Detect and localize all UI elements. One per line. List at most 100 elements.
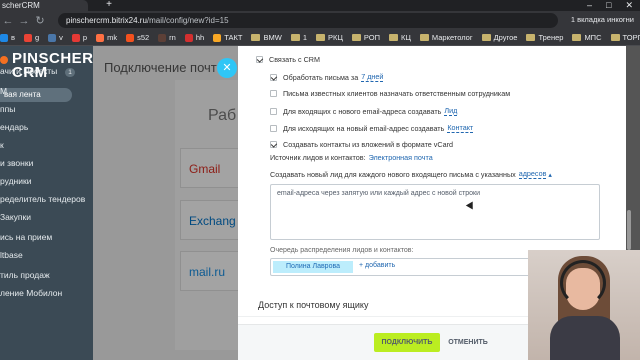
bookmark-item[interactable]: Маркетолог bbox=[419, 33, 473, 42]
bookmark-label: v bbox=[59, 33, 63, 42]
bookmark-item[interactable]: ТОРГ МАРКЕ bbox=[610, 33, 640, 42]
bookmark-item[interactable]: v bbox=[48, 33, 63, 42]
sidebar-item[interactable]: M bbox=[0, 86, 7, 96]
sidebar-item[interactable]: ись на прием bbox=[0, 232, 52, 242]
create-new-label: Создавать новый лид для каждого нового в… bbox=[270, 169, 516, 179]
bookmark-item[interactable]: РКЦ bbox=[316, 33, 343, 42]
sidebar-item[interactable]: ltbase bbox=[0, 250, 23, 260]
favicon-icon bbox=[48, 33, 57, 42]
sidebar-item[interactable]: и звонки bbox=[0, 158, 33, 168]
option-row[interactable]: Обработать письма за 7 дней bbox=[270, 72, 384, 82]
bookmark-item[interactable]: Тренер bbox=[526, 33, 563, 42]
close-window-button[interactable]: ✕ bbox=[625, 0, 633, 11]
collapse-arrow-icon[interactable]: ▴ bbox=[548, 170, 552, 179]
bookmark-item[interactable]: BMW bbox=[251, 33, 282, 42]
sidebar-item[interactable]: тиль продаж bbox=[0, 270, 50, 280]
bookmark-item[interactable]: hh bbox=[184, 33, 204, 42]
option-link[interactable]: Лид bbox=[444, 106, 458, 116]
email-addresses-textarea[interactable]: email-адреса через запятую или каждый ад… bbox=[270, 184, 600, 240]
sidebar-item[interactable]: ление Мобилон bbox=[0, 288, 62, 298]
bookmark-item[interactable]: МПС bbox=[572, 33, 602, 42]
close-panel-button[interactable]: ✕ bbox=[217, 58, 237, 78]
webcam-presenter-body bbox=[550, 316, 620, 360]
back-arrow-icon[interactable]: ← bbox=[0, 15, 16, 27]
bookmark-label: g bbox=[34, 33, 40, 42]
minimize-button[interactable]: – bbox=[587, 0, 592, 11]
option-label: Для входящих с нового email-адреса созда… bbox=[283, 106, 442, 116]
sidebar-item-label: рудники bbox=[0, 176, 32, 186]
folder-icon bbox=[572, 34, 582, 41]
bookmark-label: ТАКТ bbox=[224, 33, 243, 42]
incognito-label: 1 вкладка инкогни bbox=[570, 15, 634, 24]
maximize-button[interactable]: □ bbox=[606, 0, 611, 11]
crm-link-checkbox[interactable] bbox=[256, 56, 263, 63]
bookmark-item[interactable]: p bbox=[71, 33, 88, 42]
bookmark-item[interactable]: ТАКТ bbox=[213, 33, 242, 42]
bookmark-item[interactable]: 1 bbox=[290, 33, 307, 42]
option-checkbox[interactable] bbox=[270, 73, 277, 81]
option-checkbox[interactable] bbox=[270, 90, 277, 97]
crm-link-row[interactable]: Связать с CRM bbox=[256, 55, 320, 64]
bookmark-item[interactable]: mk bbox=[96, 33, 117, 42]
add-user-link[interactable]: + добавить bbox=[359, 262, 395, 269]
sidebar-item[interactable]: ендарь bbox=[0, 122, 28, 132]
browser-tab[interactable]: scherCRM bbox=[0, 0, 88, 11]
user-chip[interactable]: Полина Лаврова bbox=[273, 261, 353, 273]
sidebar-item[interactable]: рудники bbox=[0, 176, 31, 186]
favicon-icon bbox=[126, 33, 135, 42]
bookmark-item[interactable]: s52 bbox=[126, 33, 149, 42]
sidebar-item[interactable]: Закупки bbox=[0, 212, 31, 222]
bookmark-item[interactable]: КЦ bbox=[388, 33, 411, 42]
bookmark-label: ТОРГ МАРКЕ bbox=[622, 33, 640, 42]
source-link[interactable]: Электронная почта bbox=[369, 153, 433, 162]
address-bar-row: ← → ↻ pinschercrm.bitrix24.ru/mail/confi… bbox=[0, 11, 640, 30]
sidebar-item[interactable]: ределитель тендеров bbox=[0, 194, 85, 204]
bookmark-label: РОП bbox=[363, 33, 380, 42]
close-icon: ✕ bbox=[222, 62, 232, 74]
option-link[interactable]: Контакт bbox=[447, 123, 474, 133]
window-controls: – □ ✕ bbox=[580, 0, 640, 11]
option-label: Письма известных клиентов назначать отве… bbox=[283, 89, 511, 98]
bookmark-item[interactable]: g bbox=[23, 33, 40, 42]
bookmark-label: Другое bbox=[493, 33, 518, 42]
sidebar-item-label: Закупки bbox=[0, 212, 31, 222]
sidebar-item-live-feed[interactable]: вая лента bbox=[0, 88, 72, 102]
new-tab-button[interactable]: + bbox=[104, 0, 114, 10]
sidebar-item-label: ачи и Проекты bbox=[0, 66, 58, 76]
option-row[interactable]: Для входящих с нового email-адреса созда… bbox=[270, 106, 458, 116]
option-checkbox[interactable] bbox=[270, 107, 277, 115]
addresses-link[interactable]: адресов bbox=[518, 169, 547, 179]
reload-icon[interactable]: ↻ bbox=[32, 14, 48, 27]
bookmark-label: s52 bbox=[137, 33, 150, 42]
option-checkbox[interactable] bbox=[270, 124, 277, 132]
folder-icon bbox=[290, 34, 300, 41]
option-label: Обработать письма за bbox=[283, 72, 359, 82]
sidebar-item-label: тиль продаж bbox=[0, 270, 50, 280]
sidebar-item[interactable]: ппы bbox=[0, 104, 15, 114]
bookmark-label: Тренер bbox=[538, 33, 564, 42]
page-scrollbar-thumb[interactable] bbox=[627, 210, 631, 250]
option-row[interactable]: Для исходящих на новый email-адрес созда… bbox=[270, 123, 474, 133]
forward-arrow-icon[interactable]: → bbox=[16, 15, 32, 27]
bookmark-label: p bbox=[82, 33, 88, 42]
sidebar-item-label: и звонки bbox=[0, 158, 34, 168]
folder-icon bbox=[419, 34, 429, 41]
bookmark-item[interactable]: РОП bbox=[351, 33, 380, 42]
option-checkbox[interactable] bbox=[270, 141, 277, 148]
bookmark-label: BMW bbox=[263, 33, 282, 42]
sidebar-item-label: ендарь bbox=[0, 122, 29, 132]
bookmark-label: 1 bbox=[302, 33, 307, 42]
option-row[interactable]: Создавать контакты из вложений в формате… bbox=[270, 140, 453, 149]
url-field[interactable]: pinschercrm.bitrix24.ru/mail/config/new?… bbox=[58, 13, 558, 28]
sidebar-item[interactable]: ачи и Проекты 1 bbox=[0, 66, 75, 77]
cancel-button[interactable]: ОТМЕНИТЬ bbox=[448, 333, 488, 352]
sidebar-item-label: ись на прием bbox=[0, 232, 53, 242]
option-label: Для исходящих на новый email-адрес созда… bbox=[283, 123, 445, 133]
connect-button[interactable]: ПОДКЛЮЧИТЬ bbox=[374, 333, 440, 352]
option-row[interactable]: Письма известных клиентов назначать отве… bbox=[270, 89, 510, 98]
option-link[interactable]: 7 дней bbox=[361, 72, 384, 82]
bookmark-item[interactable]: rn bbox=[158, 33, 176, 42]
bookmark-item[interactable]: в bbox=[0, 33, 15, 42]
sidebar-item[interactable]: к bbox=[0, 140, 4, 150]
bookmark-item[interactable]: Другое bbox=[481, 33, 518, 42]
